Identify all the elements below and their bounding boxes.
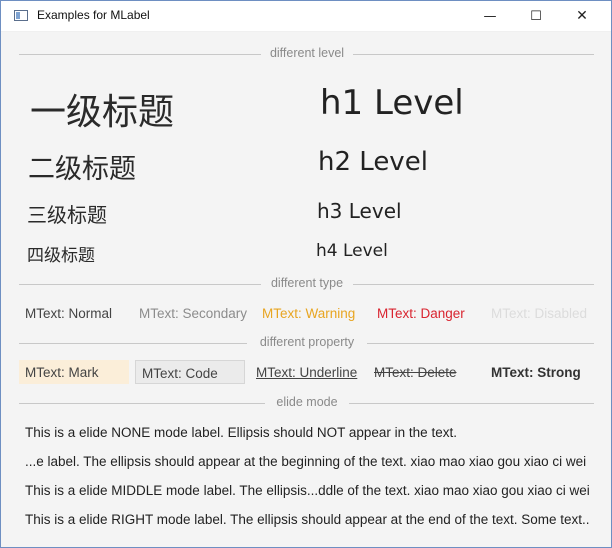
divider-label: different property	[259, 335, 355, 349]
title-bar[interactable]: Examples for MLabel — ☐ ✕	[1, 1, 611, 32]
chinese-h4-label: 四级标题	[27, 246, 95, 266]
divider-different-level: different level	[19, 46, 594, 62]
chinese-h2-label: 二级标题	[28, 154, 136, 185]
danger-text: MText: Danger	[377, 306, 465, 321]
divider-different-property: different property	[19, 335, 594, 351]
maximize-icon: ☐	[530, 8, 542, 24]
divider-label: different level	[269, 46, 345, 60]
english-h3-label: h3 Level	[317, 199, 402, 223]
elide-middle-label: This is a elide MIDDLE mode label. The e…	[25, 483, 590, 498]
elide-right-label: This is a elide RIGHT mode label. The el…	[25, 512, 590, 527]
minimize-button[interactable]: —	[467, 1, 513, 31]
app-window: Examples for MLabel — ☐ ✕ different leve…	[0, 0, 612, 548]
underline-text: MText: Underline	[256, 365, 358, 380]
close-icon: ✕	[576, 8, 588, 24]
maximize-button[interactable]: ☐	[513, 1, 559, 31]
close-button[interactable]: ✕	[559, 1, 605, 31]
minimize-icon: —	[483, 8, 497, 24]
divider-line	[353, 54, 594, 55]
elide-left-label: ...e label. The ellipsis should appear a…	[25, 454, 587, 469]
delete-text: MText: Delete	[374, 365, 457, 380]
window-title: Examples for MLabel	[37, 8, 150, 22]
divider-line	[353, 284, 594, 285]
app-icon	[14, 10, 28, 21]
divider-line	[19, 343, 247, 344]
divider-line	[367, 343, 594, 344]
secondary-text: MText: Secondary	[139, 306, 248, 321]
code-text: MText: Code	[135, 360, 245, 384]
divider-label: elide mode	[276, 395, 338, 409]
divider-line	[19, 403, 265, 404]
mark-text: MText: Mark	[19, 360, 129, 384]
disabled-text: MText: Disabled	[491, 306, 588, 321]
divider-elide-mode: elide mode	[19, 395, 594, 411]
warning-text: MText: Warning	[262, 306, 356, 321]
divider-line	[349, 403, 594, 404]
divider-line	[19, 54, 261, 55]
strong-text: MText: Strong	[491, 365, 581, 380]
divider-different-type: different type	[19, 276, 594, 292]
chinese-h1-label: 一级标题	[30, 92, 175, 133]
normal-text: MText: Normal	[25, 306, 113, 321]
elide-none-label: This is a elide NONE mode label. Ellipsi…	[25, 425, 457, 440]
divider-line	[19, 284, 261, 285]
english-h2-label: h2 Level	[318, 147, 428, 177]
english-h1-label: h1 Level	[320, 83, 464, 123]
divider-label: different type	[270, 276, 344, 290]
chinese-h3-label: 三级标题	[27, 203, 107, 227]
english-h4-label: h4 Level	[316, 241, 388, 261]
